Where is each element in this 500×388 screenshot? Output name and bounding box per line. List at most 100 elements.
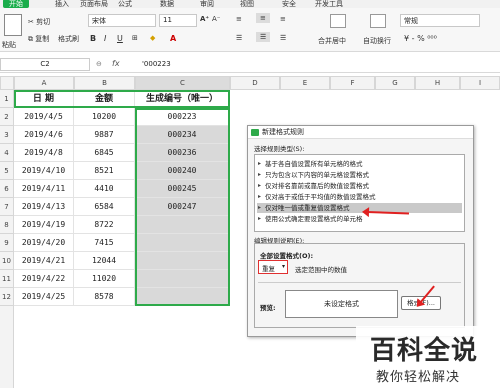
- column-header-a[interactable]: A: [14, 76, 74, 90]
- ribbon-tabs: 开始 插入 页面布局 公式 数据 审阅 视图 安全 开发工具: [0, 0, 500, 8]
- tab-1[interactable]: 插入: [55, 0, 69, 9]
- name-box[interactable]: C2: [0, 58, 90, 71]
- select-type-label: 选择规则类型(S):: [254, 145, 305, 153]
- cell-amount[interactable]: 12044: [74, 252, 135, 270]
- duplicate-dropdown[interactable]: 重复 ▾: [258, 260, 288, 274]
- align-right-icon[interactable]: ☰: [280, 34, 286, 42]
- align-center-icon[interactable]: ☰: [256, 32, 271, 42]
- dialog-title: 新建格式规则: [262, 128, 304, 136]
- cell-date[interactable]: 2019/4/21: [14, 252, 74, 270]
- fill-color-icon[interactable]: ◆: [150, 34, 155, 42]
- row-header-7[interactable]: 7: [0, 198, 14, 216]
- currency-icon[interactable]: ¥ - % ⁰⁰⁰: [404, 34, 437, 43]
- column-header-i[interactable]: I: [460, 76, 500, 90]
- cell-date[interactable]: 2019/4/19: [14, 216, 74, 234]
- chevron-down-icon: ▾: [281, 263, 285, 270]
- column-header-h[interactable]: H: [415, 76, 460, 90]
- tab-0[interactable]: 开始: [3, 0, 29, 8]
- rule-option[interactable]: 仅对高于或低于平均值的数值设置格式: [257, 192, 462, 202]
- tab-8[interactable]: 开发工具: [315, 0, 343, 9]
- cell-amount[interactable]: 6845: [74, 144, 135, 162]
- cell-date[interactable]: 2019/4/8: [14, 144, 74, 162]
- cell-date[interactable]: 2019/4/22: [14, 270, 74, 288]
- column-header-b[interactable]: B: [74, 76, 135, 90]
- formula-content[interactable]: '000223: [142, 60, 171, 68]
- rule-option[interactable]: 只为包含以下内容的单元格设置格式: [257, 170, 462, 180]
- zoom-icon[interactable]: ⊖: [96, 60, 102, 68]
- cell-amount[interactable]: 8578: [74, 288, 135, 306]
- paste-icon[interactable]: [4, 14, 22, 36]
- row-header-3[interactable]: 3: [0, 126, 14, 144]
- tab-2[interactable]: 页面布局: [80, 0, 108, 9]
- cell-amount[interactable]: 7415: [74, 234, 135, 252]
- cut-button[interactable]: ✂ 剪切: [28, 17, 50, 27]
- cell-date[interactable]: 2019/4/25: [14, 288, 74, 306]
- fx-icon[interactable]: fx: [112, 59, 120, 68]
- watermark-subtitle: 教你轻松解决: [376, 370, 461, 385]
- rule-option-selected[interactable]: 仅对唯一值或重复值设置格式: [257, 203, 462, 213]
- row-header-12[interactable]: 12: [0, 288, 14, 306]
- font-select[interactable]: 宋体: [88, 14, 156, 27]
- decrease-font-icon[interactable]: A⁻: [212, 15, 220, 23]
- format-painter-button[interactable]: 格式刷: [58, 34, 79, 44]
- header-row-highlight: [14, 90, 230, 108]
- column-header-e[interactable]: E: [280, 76, 330, 90]
- rule-option[interactable]: 仅对排名靠前或靠后的数值设置格式: [257, 181, 462, 191]
- row-header-6[interactable]: 6: [0, 180, 14, 198]
- row-header-8[interactable]: 8: [0, 216, 14, 234]
- row-header-10[interactable]: 10: [0, 252, 14, 270]
- align-left-icon[interactable]: ☰: [236, 34, 242, 42]
- copy-button[interactable]: ⧉ 复制: [28, 34, 49, 44]
- underline-button[interactable]: U: [117, 34, 123, 43]
- cell-date[interactable]: 2019/4/20: [14, 234, 74, 252]
- tab-4[interactable]: 数据: [160, 0, 174, 9]
- row-header-11[interactable]: 11: [0, 270, 14, 288]
- cell-amount[interactable]: 8722: [74, 216, 135, 234]
- column-header-d[interactable]: D: [230, 76, 280, 90]
- border-icon[interactable]: ⊞: [132, 34, 138, 42]
- align-middle-icon[interactable]: ≡: [256, 13, 270, 23]
- align-bottom-icon[interactable]: ≡: [280, 15, 286, 23]
- align-top-icon[interactable]: ≡: [236, 15, 242, 23]
- italic-button[interactable]: I: [104, 34, 106, 43]
- rule-option[interactable]: 使用公式确定要设置格式的单元格: [257, 214, 462, 224]
- cell-amount[interactable]: 4410: [74, 180, 135, 198]
- number-format-select[interactable]: 常规: [400, 14, 480, 27]
- bold-button[interactable]: B: [90, 34, 96, 43]
- font-size-select[interactable]: 11: [159, 14, 197, 27]
- row-header-4[interactable]: 4: [0, 144, 14, 162]
- cell-date[interactable]: 2019/4/11: [14, 180, 74, 198]
- cell-date[interactable]: 2019/4/13: [14, 198, 74, 216]
- cell-amount[interactable]: 11020: [74, 270, 135, 288]
- cell-date[interactable]: 2019/4/6: [14, 126, 74, 144]
- cell-date[interactable]: 2019/4/5: [14, 108, 74, 126]
- rule-option[interactable]: 基于各自值设置所有单元格的格式: [257, 159, 462, 169]
- row-header-5[interactable]: 5: [0, 162, 14, 180]
- row-header-1[interactable]: 1: [0, 90, 14, 108]
- column-header-f[interactable]: F: [330, 76, 375, 90]
- increase-font-icon[interactable]: A⁺: [200, 15, 209, 23]
- preview-label: 预览:: [260, 304, 276, 312]
- select-all-corner[interactable]: [0, 76, 14, 90]
- cell-amount[interactable]: 9887: [74, 126, 135, 144]
- format-all-label: 全部设置格式(O):: [260, 252, 314, 260]
- row-header-2[interactable]: 2: [0, 108, 14, 126]
- cell-amount[interactable]: 6584: [74, 198, 135, 216]
- watermark: 百科全说 教你轻松解决: [356, 326, 500, 388]
- cell-date[interactable]: 2019/4/10: [14, 162, 74, 180]
- tab-7[interactable]: 安全: [282, 0, 296, 9]
- wrap-icon[interactable]: [370, 14, 386, 28]
- merge-icon[interactable]: [330, 14, 346, 28]
- column-header-g[interactable]: G: [375, 76, 415, 90]
- cell-amount[interactable]: 10200: [74, 108, 135, 126]
- tab-5[interactable]: 审阅: [200, 0, 214, 9]
- row-header-9[interactable]: 9: [0, 234, 14, 252]
- wrap-button[interactable]: 自动换行: [363, 36, 391, 46]
- cell-amount[interactable]: 8521: [74, 162, 135, 180]
- font-color-icon[interactable]: A: [170, 34, 176, 43]
- merge-button[interactable]: 合并居中: [318, 36, 346, 46]
- column-header-c[interactable]: C: [135, 76, 230, 90]
- tab-3[interactable]: 公式: [118, 0, 132, 9]
- paste-button[interactable]: 粘贴: [2, 40, 16, 50]
- tab-6[interactable]: 视图: [240, 0, 254, 9]
